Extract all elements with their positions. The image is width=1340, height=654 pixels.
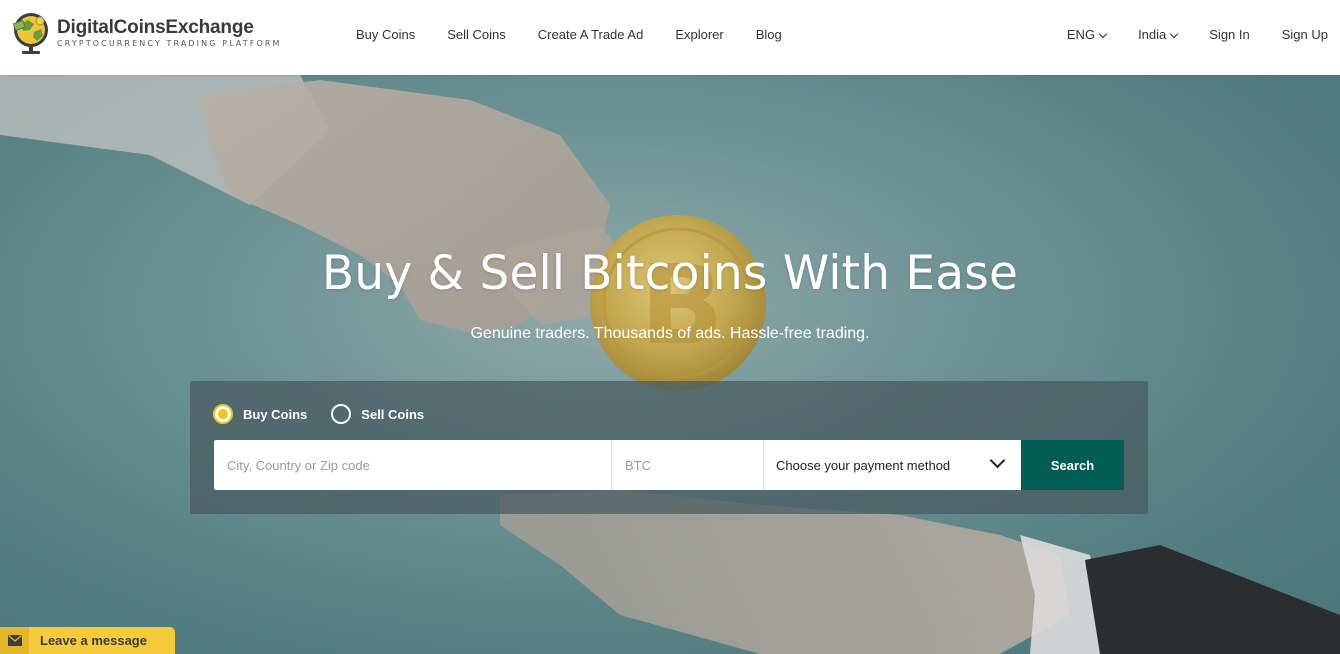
brand-name: DigitalCoinsExchange <box>57 16 254 38</box>
country-dropdown[interactable]: India <box>1138 26 1179 44</box>
site-header: DigitalCoinsExchange CRYPTOCURRENCY TRAD… <box>0 0 1340 75</box>
hero-subtitle: Genuine traders. Thousands of ads. Hassl… <box>470 325 870 342</box>
main-nav: Buy Coins Sell Coins Create A Trade Ad E… <box>356 26 814 44</box>
search-fields: Choose your payment method Search <box>214 440 1124 490</box>
radio-unselected-icon <box>331 404 352 424</box>
site-logo[interactable]: DigitalCoinsExchange CRYPTOCURRENCY TRAD… <box>10 10 282 56</box>
radio-buy-coins-label: Buy Coins <box>243 406 308 422</box>
chevron-down-icon <box>1098 29 1108 38</box>
payment-method-select[interactable]: Choose your payment method <box>764 440 1021 490</box>
chevron-down-icon <box>1170 29 1179 38</box>
radio-buy-coins[interactable]: Buy Coins <box>213 404 307 424</box>
envelope-icon <box>0 627 29 654</box>
nav-sell-coins[interactable]: Sell Coins <box>447 26 506 44</box>
search-button[interactable]: Search <box>1021 440 1124 490</box>
hero-background-image: B <box>0 75 1340 654</box>
sign-up-link[interactable]: Sign Up <box>1282 26 1328 44</box>
leave-message-button[interactable]: Leave a message <box>0 627 175 654</box>
nav-explorer[interactable]: Explorer <box>675 26 723 44</box>
nav-blog[interactable]: Blog <box>756 26 782 44</box>
radio-sell-coins-label: Sell Coins <box>361 406 425 422</box>
chevron-down-icon <box>989 452 1006 469</box>
sign-in-link[interactable]: Sign In <box>1209 26 1249 44</box>
language-dropdown[interactable]: ENG <box>1066 26 1108 44</box>
nav-buy-coins[interactable]: Buy Coins <box>356 26 415 44</box>
trade-mode-options: Buy Coins Sell Coins <box>213 404 448 424</box>
brand-tagline: CRYPTOCURRENCY TRADING PLATFORM <box>57 38 282 48</box>
globe-logo-icon <box>10 10 52 56</box>
leave-message-label: Leave a message <box>40 633 147 648</box>
currency-input[interactable] <box>612 440 764 490</box>
account-nav: ENG India Sign In Sign Up <box>1035 26 1328 44</box>
payment-method-value: Choose your payment method <box>776 457 951 473</box>
location-input[interactable] <box>214 440 612 490</box>
hero-section: B Buy & Sell Bitcoins With Ease Genuine … <box>0 75 1340 654</box>
country-label: India <box>1138 27 1167 42</box>
hero-title: Buy & Sell Bitcoins With Ease <box>321 246 1019 301</box>
radio-sell-coins[interactable]: Sell Coins <box>331 404 424 424</box>
trade-search-panel: Buy Coins Sell Coins Choose your payment… <box>190 381 1148 514</box>
language-label: ENG <box>1066 27 1096 42</box>
radio-selected-icon <box>213 404 233 424</box>
nav-create-trade-ad[interactable]: Create A Trade Ad <box>538 26 644 44</box>
